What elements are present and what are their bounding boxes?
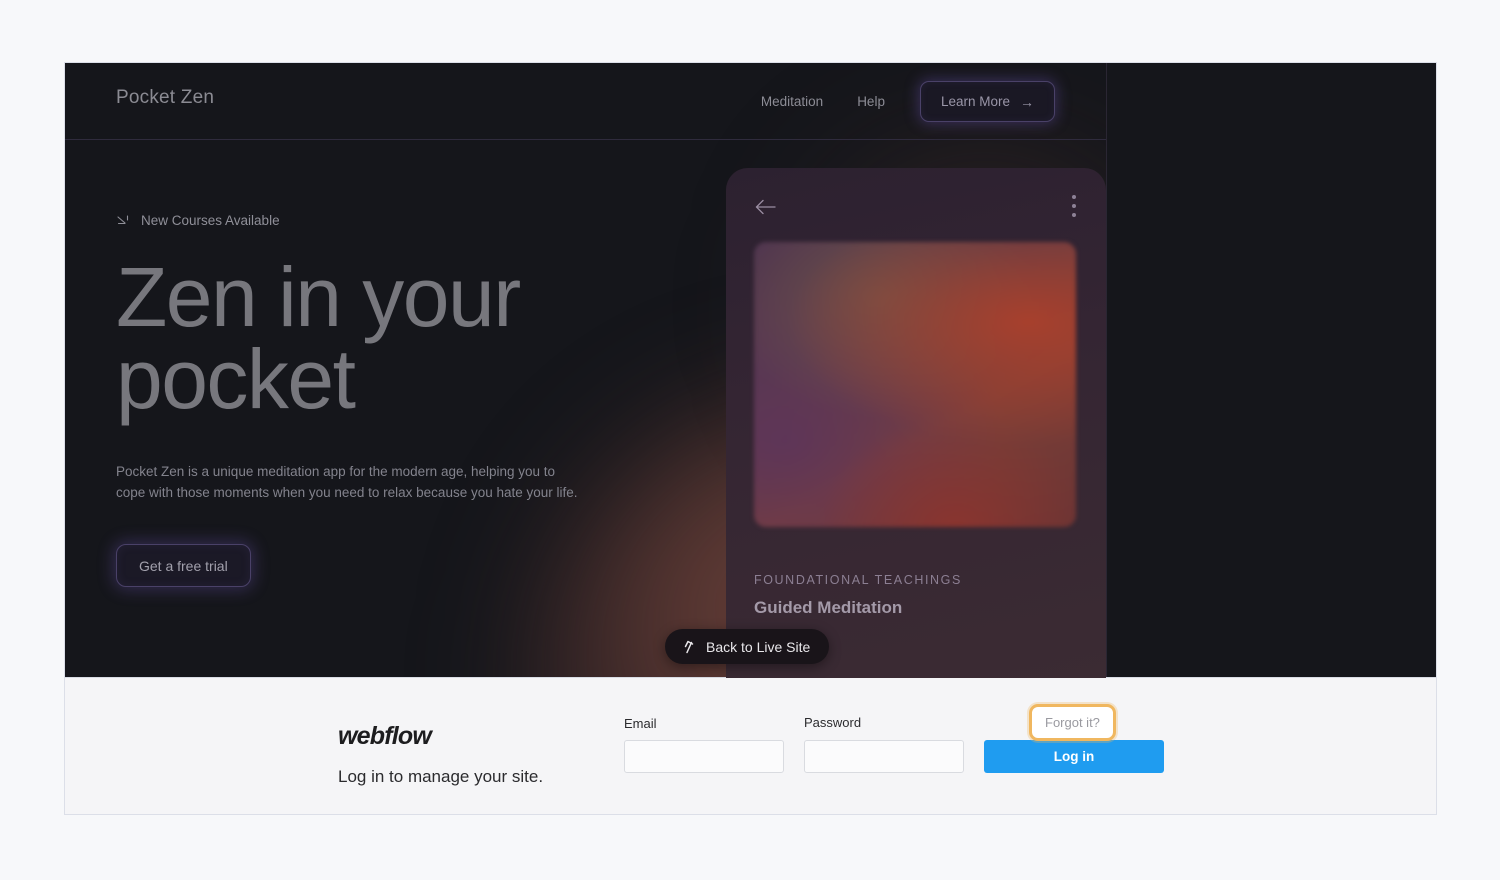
hero-eyebrow-label: New Courses Available [141, 213, 280, 228]
hero-subtitle: Pocket Zen is a unique meditation app fo… [116, 463, 578, 501]
arrow-right-icon: → [1020, 93, 1034, 110]
brand-logo[interactable]: Pocket Zen [116, 87, 214, 109]
login-form: Email Password Forgot it? Log in [624, 678, 1164, 814]
nav-link-meditation[interactable]: Meditation [744, 94, 840, 109]
learn-more-label: Learn More [940, 94, 1010, 109]
page-title: Zen in your pocket [116, 255, 636, 421]
site-viewport-edge [1106, 63, 1107, 678]
password-label: Password [804, 715, 862, 730]
password-header: Password [804, 714, 964, 731]
email-field-group: Email [624, 716, 784, 773]
hero-eyebrow: New Courses Available [116, 213, 636, 228]
course-title: Guided Meditation [754, 598, 903, 617]
back-to-live-site-button[interactable]: Back to Live Site [665, 629, 830, 664]
back-to-live-site-label: Back to Live Site [706, 638, 811, 655]
meditation-artwork [754, 242, 1076, 527]
free-trial-button[interactable]: Get a free trial [116, 544, 251, 588]
email-label: Email [624, 716, 657, 731]
menu-dot [1072, 213, 1076, 217]
nav-links: Meditation Help Learn More → [744, 63, 1055, 140]
phone-topbar [726, 168, 1106, 246]
designer-canvas: Pocket Zen Meditation Help Learn More → [64, 62, 1437, 815]
forgot-password-link[interactable]: Forgot it? [1045, 715, 1100, 730]
site-navbar: Pocket Zen Meditation Help Learn More → [65, 63, 1106, 140]
password-field-group: Password Forgot it? [804, 704, 1116, 773]
arrow-up-left-icon [684, 640, 694, 653]
password-field[interactable] [804, 740, 964, 773]
login-form-row: Email Password Forgot it? Log in [624, 704, 1164, 814]
menu-dot [1072, 195, 1076, 199]
learn-more-button[interactable]: Learn More → [919, 81, 1055, 122]
course-category-label: FOUNDATIONAL TEACHINGS [754, 573, 962, 587]
webflow-logo: webflow [338, 722, 432, 750]
phone-meta: FOUNDATIONAL TEACHINGS Guided Meditation [754, 573, 1076, 618]
hero-section: Pocket Zen Meditation Help Learn More → [65, 63, 1106, 678]
login-tagline: Log in to manage your site. [338, 767, 544, 786]
login-bar: webflow Log in to manage your site. Emai… [65, 677, 1436, 814]
arrow-left-icon[interactable] [755, 198, 777, 216]
phone-mockup: FOUNDATIONAL TEACHINGS Guided Meditation… [726, 168, 1106, 678]
log-in-button[interactable]: Log in [984, 740, 1164, 773]
webflow-branding: webflow Log in to manage your site. [338, 722, 543, 787]
more-vertical-icon[interactable] [1072, 195, 1076, 217]
menu-dot [1072, 204, 1076, 208]
email-field[interactable] [624, 740, 784, 773]
hero-title-line-2: pocket [116, 332, 356, 427]
spark-icon [117, 214, 129, 224]
hero-title-line-1: Zen in your [116, 250, 521, 344]
nav-link-help[interactable]: Help [840, 94, 902, 109]
hero-content: New Courses Available Zen in your pocket… [116, 213, 636, 588]
forgot-password-highlight: Forgot it? [1029, 704, 1116, 741]
